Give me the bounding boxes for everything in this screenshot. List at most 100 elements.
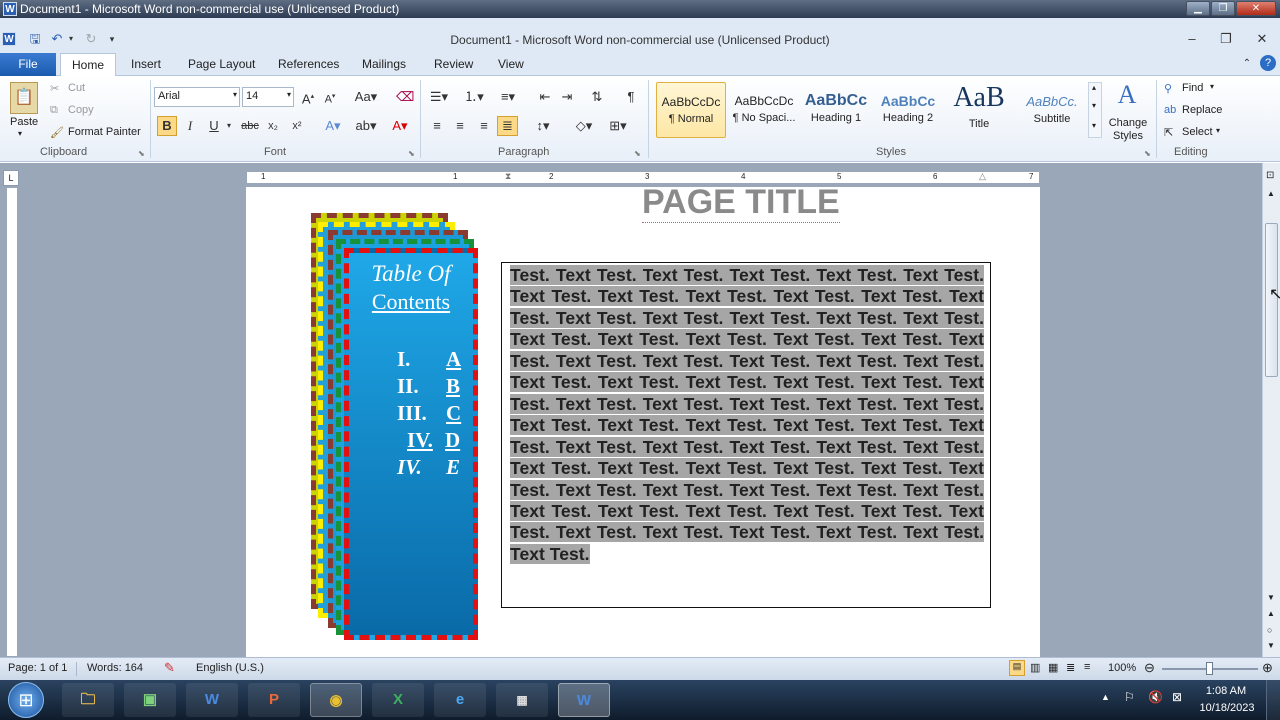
- highlight-color-icon[interactable]: ab▾: [352, 118, 380, 134]
- chevron-up-icon[interactable]: ▴: [1092, 83, 1096, 92]
- style-title[interactable]: AaB Title: [944, 82, 1014, 138]
- select-dropdown-icon[interactable]: ▾: [1216, 126, 1220, 135]
- full-screen-reading-icon[interactable]: ▥: [1030, 661, 1040, 674]
- terminal-icon[interactable]: ▣: [124, 683, 176, 717]
- show-hidden-icons-icon[interactable]: ▲: [1101, 692, 1110, 702]
- show-marks-icon[interactable]: ¶: [622, 89, 640, 105]
- draft-icon[interactable]: ≡: [1084, 661, 1090, 673]
- cut-button[interactable]: Cut: [68, 82, 85, 94]
- scroll-up-icon[interactable]: ▲: [1267, 189, 1275, 198]
- previous-page-icon[interactable]: ▲: [1267, 609, 1275, 618]
- web-layout-icon[interactable]: ▦: [1048, 661, 1058, 674]
- internet-explorer-icon[interactable]: e: [434, 683, 486, 717]
- language-indicator[interactable]: English (U.S.): [196, 662, 264, 674]
- view-ruler-icon[interactable]: ⊡: [1266, 170, 1274, 181]
- start-button[interactable]: ⊞: [8, 682, 44, 718]
- strikethrough-button[interactable]: abc: [240, 118, 260, 134]
- change-case-icon[interactable]: Aa▾: [354, 89, 378, 105]
- increase-indent-icon[interactable]: ⇥: [558, 89, 576, 105]
- italic-button[interactable]: I: [182, 118, 198, 134]
- font-launcher-icon[interactable]: ⬊: [408, 149, 415, 158]
- toc-item-link[interactable]: E: [446, 455, 460, 480]
- tab-home[interactable]: Home: [60, 53, 116, 77]
- ribbon-minimize-icon[interactable]: –: [1184, 31, 1200, 47]
- network-icon[interactable]: ⊠: [1172, 690, 1182, 704]
- select-button[interactable]: Select: [1182, 126, 1213, 138]
- toc-shape-front[interactable]: Table Of Contents I. A II. B III. C IV. …: [344, 248, 478, 640]
- zoom-level[interactable]: 100%: [1108, 662, 1136, 674]
- justify-button[interactable]: ≣: [497, 116, 518, 136]
- excel-icon[interactable]: X: [372, 683, 424, 717]
- vertical-ruler[interactable]: [6, 187, 18, 657]
- right-indent-marker-icon[interactable]: △: [979, 171, 986, 182]
- indent-marker-icon[interactable]: ⧗: [505, 171, 511, 182]
- paste-dropdown-icon[interactable]: ▾: [18, 129, 22, 138]
- help-icon[interactable]: ?: [1260, 55, 1276, 71]
- style-normal[interactable]: AaBbCcDc ¶ Normal: [656, 82, 726, 138]
- outline-icon[interactable]: ≣: [1066, 661, 1075, 674]
- ribbon-restore-icon[interactable]: ❐: [1218, 31, 1234, 47]
- vertical-scrollbar[interactable]: ⊡ ▲ ▼ ▲ ○ ▼: [1262, 163, 1280, 657]
- tab-view[interactable]: View: [498, 57, 524, 71]
- chrome-icon[interactable]: ◉: [310, 683, 362, 717]
- word-count[interactable]: Words: 164: [87, 662, 143, 674]
- body-text-box[interactable]: Test. Text Test. Text Test. Text Test. T…: [501, 262, 991, 608]
- show-desktop-button[interactable]: [1266, 680, 1280, 720]
- tab-file[interactable]: File: [0, 53, 56, 76]
- copy-button[interactable]: Copy: [68, 104, 94, 116]
- ribbon-close-icon[interactable]: ✕: [1254, 31, 1270, 47]
- borders-icon[interactable]: ⊞▾: [604, 118, 632, 134]
- find-dropdown-icon[interactable]: ▾: [1210, 82, 1214, 91]
- tab-mailings[interactable]: Mailings: [362, 57, 406, 71]
- align-center-icon[interactable]: ≡: [451, 118, 469, 134]
- action-center-icon[interactable]: ⚐: [1124, 690, 1135, 704]
- scroll-down-icon[interactable]: ▼: [1267, 593, 1275, 602]
- decrease-indent-icon[interactable]: ⇤: [536, 89, 554, 105]
- bold-button[interactable]: B: [157, 116, 177, 136]
- toc-item-link[interactable]: A: [446, 347, 461, 372]
- proofing-icon[interactable]: ✎: [164, 660, 175, 676]
- clipboard-launcher-icon[interactable]: ⬊: [138, 149, 145, 158]
- clear-formatting-icon[interactable]: ⌫: [396, 89, 414, 105]
- style-no-spacing[interactable]: AaBbCcDc ¶ No Spaci...: [728, 82, 800, 138]
- toc-item-link[interactable]: D: [445, 428, 460, 453]
- align-right-icon[interactable]: ≡: [475, 118, 493, 134]
- next-page-icon[interactable]: ▼: [1267, 641, 1275, 650]
- styles-gallery-scroll[interactable]: ▴ ▾ ▾: [1088, 82, 1102, 138]
- style-heading-1[interactable]: AaBbCc Heading 1: [800, 82, 872, 138]
- style-heading-2[interactable]: AaBbCc Heading 2: [872, 82, 944, 138]
- clock-time[interactable]: 1:08 AM: [1198, 685, 1254, 697]
- print-layout-icon[interactable]: ▤: [1009, 660, 1025, 676]
- zoom-slider-thumb[interactable]: [1206, 662, 1213, 675]
- page-title[interactable]: PAGE TITLE: [642, 183, 840, 223]
- line-spacing-icon[interactable]: ↕▾: [530, 118, 556, 134]
- restore-button[interactable]: ❐: [1211, 1, 1235, 16]
- shading-icon[interactable]: ◇▾: [570, 118, 598, 134]
- tab-review[interactable]: Review: [434, 57, 473, 71]
- font-name-field[interactable]: Arial ▾: [154, 87, 240, 107]
- underline-dropdown-icon[interactable]: ▾: [224, 118, 234, 134]
- page-count[interactable]: Page: 1 of 1: [8, 662, 67, 674]
- chevron-down-icon[interactable]: ▾: [1092, 101, 1096, 110]
- format-painter-button[interactable]: Format Painter: [68, 126, 141, 138]
- text-effects-icon[interactable]: A▾: [320, 118, 346, 134]
- find-button[interactable]: Find: [1182, 82, 1203, 94]
- multilevel-list-icon[interactable]: ≡▾: [496, 89, 520, 105]
- numbering-icon[interactable]: ⒈▾: [462, 89, 486, 105]
- word-app-icon[interactable]: W: [3, 2, 17, 16]
- paste-icon[interactable]: 📋: [10, 82, 38, 114]
- paragraph-launcher-icon[interactable]: ⬊: [634, 149, 641, 158]
- toc-item-link[interactable]: B: [446, 374, 460, 399]
- paste-button[interactable]: Paste: [10, 116, 38, 128]
- tab-insert[interactable]: Insert: [131, 57, 161, 71]
- minimize-button[interactable]: ▁: [1186, 1, 1210, 16]
- style-subtitle[interactable]: AaBbCc. Subtitle: [1016, 82, 1088, 138]
- tab-selector[interactable]: L: [3, 170, 19, 186]
- shrink-font-icon[interactable]: A▾: [322, 89, 338, 108]
- font-color-icon[interactable]: A▾: [386, 118, 414, 134]
- replace-button[interactable]: Replace: [1182, 104, 1222, 116]
- tab-references[interactable]: References: [278, 57, 339, 71]
- explorer-icon[interactable]: 🗀: [62, 683, 114, 717]
- sort-icon[interactable]: ⇅: [588, 89, 606, 105]
- browse-object-icon[interactable]: ○: [1267, 625, 1272, 635]
